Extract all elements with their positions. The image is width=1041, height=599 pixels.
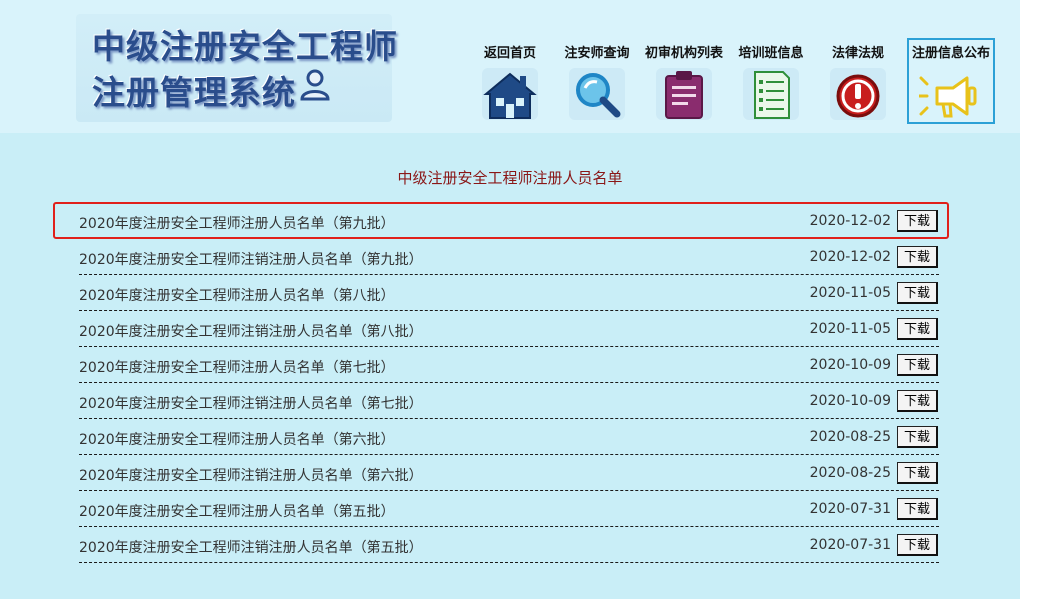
- list-item: 2020年度注册安全工程师注销注册人员名单（第六批） 2020-08-25 下载: [79, 455, 939, 491]
- list-item-date: 2020-10-09: [809, 357, 891, 373]
- download-button[interactable]: 下载: [897, 498, 938, 520]
- list-item-date: 2020-11-05: [809, 285, 891, 301]
- list-item: 2020年度注册安全工程师注册人员名单（第九批） 2020-12-02 下载: [79, 203, 939, 239]
- nav-home[interactable]: 返回首页: [470, 40, 550, 124]
- download-button[interactable]: 下载: [897, 210, 938, 232]
- list-item-date: 2020-10-09: [809, 393, 891, 409]
- nav-registration-notice[interactable]: 注册信息公布: [907, 38, 995, 124]
- list-item-link[interactable]: 2020年度注册安全工程师注册人员名单（第五批）: [79, 501, 395, 521]
- list-item-date: 2020-12-02: [809, 213, 891, 229]
- download-button[interactable]: 下载: [897, 246, 938, 268]
- nav-training-label: 培训班信息: [738, 46, 804, 61]
- download-button[interactable]: 下载: [897, 390, 938, 412]
- list-item: 2020年度注册安全工程师注销注册人员名单（第七批） 2020-10-09 下载: [79, 383, 939, 419]
- logo-title-line2: 注册管理系统: [92, 73, 296, 112]
- nav-registration-notice-label: 注册信息公布: [911, 46, 990, 61]
- list-item: 2020年度注册安全工程师注册人员名单（第七批） 2020-10-09 下载: [79, 347, 939, 383]
- list-item-date: 2020-12-02: [809, 249, 891, 265]
- download-button[interactable]: 下载: [897, 426, 938, 448]
- user-icon: [300, 69, 330, 101]
- list-item-link[interactable]: 2020年度注册安全工程师注销注册人员名单（第五批）: [79, 537, 423, 557]
- registration-list: 2020年度注册安全工程师注册人员名单（第九批） 2020-12-02 下载 2…: [79, 203, 939, 563]
- list-item: 2020年度注册安全工程师注册人员名单（第六批） 2020-08-25 下载: [79, 419, 939, 455]
- checklist-icon: [743, 68, 799, 120]
- download-button[interactable]: 下载: [897, 318, 938, 340]
- list-item: 2020年度注册安全工程师注销注册人员名单（第九批） 2020-12-02 下载: [79, 239, 939, 275]
- list-item-link[interactable]: 2020年度注册安全工程师注销注册人员名单（第九批）: [79, 249, 423, 269]
- list-item: 2020年度注册安全工程师注销注册人员名单（第五批） 2020-07-31 下载: [79, 527, 939, 563]
- list-item-link[interactable]: 2020年度注册安全工程师注销注册人员名单（第六批）: [79, 465, 423, 485]
- list-item-link[interactable]: 2020年度注册安全工程师注册人员名单（第六批）: [79, 429, 395, 449]
- list-item: 2020年度注册安全工程师注销注册人员名单（第八批） 2020-11-05 下载: [79, 311, 939, 347]
- download-button[interactable]: 下载: [897, 354, 938, 376]
- list-item-date: 2020-08-25: [809, 465, 891, 481]
- site-logo[interactable]: 中级注册安全工程师 注册管理系统: [76, 14, 397, 122]
- header: 中级注册安全工程师 注册管理系统 返回首页 注安师查询 初审机构列表 培训班信息…: [0, 0, 1020, 133]
- list-item-link[interactable]: 2020年度注册安全工程师注册人员名单（第七批）: [79, 357, 395, 377]
- home-icon: [482, 68, 538, 120]
- download-button[interactable]: 下载: [897, 462, 938, 484]
- list-title: 中级注册安全工程师注册人员名单: [397, 169, 623, 187]
- nav-institutions[interactable]: 初审机构列表: [644, 40, 724, 124]
- nav-institutions-label: 初审机构列表: [644, 46, 723, 61]
- clipboard-icon: [656, 68, 712, 120]
- nav-home-label: 返回首页: [483, 46, 536, 61]
- logo-title-line1: 中级注册安全工程师: [92, 27, 398, 66]
- nav-search-label: 注安师查询: [564, 46, 630, 61]
- list-item-link[interactable]: 2020年度注册安全工程师注册人员名单（第八批）: [79, 285, 395, 305]
- megaphone-icon: [919, 76, 977, 118]
- list-item-link[interactable]: 2020年度注册安全工程师注册人员名单（第九批）: [79, 213, 395, 233]
- nav-laws[interactable]: 法律法规: [818, 40, 898, 124]
- alert-icon: [830, 68, 886, 120]
- list-item-date: 2020-08-25: [809, 429, 891, 445]
- nav-training[interactable]: 培训班信息: [731, 40, 811, 124]
- list-item-date: 2020-11-05: [809, 321, 891, 337]
- nav-laws-label: 法律法规: [831, 46, 884, 61]
- download-button[interactable]: 下载: [897, 534, 938, 556]
- download-button[interactable]: 下载: [897, 282, 938, 304]
- magnifier-icon: [569, 68, 625, 120]
- list-item: 2020年度注册安全工程师注册人员名单（第五批） 2020-07-31 下载: [79, 491, 939, 527]
- list-item-date: 2020-07-31: [809, 537, 891, 553]
- page: 中级注册安全工程师 注册管理系统 返回首页 注安师查询 初审机构列表 培训班信息…: [0, 0, 1020, 599]
- list-item-date: 2020-07-31: [809, 501, 891, 517]
- list-item-link[interactable]: 2020年度注册安全工程师注销注册人员名单（第七批）: [79, 393, 423, 413]
- list-item-link[interactable]: 2020年度注册安全工程师注销注册人员名单（第八批）: [79, 321, 423, 341]
- nav-search[interactable]: 注安师查询: [557, 40, 637, 124]
- list-item: 2020年度注册安全工程师注册人员名单（第八批） 2020-11-05 下载: [79, 275, 939, 311]
